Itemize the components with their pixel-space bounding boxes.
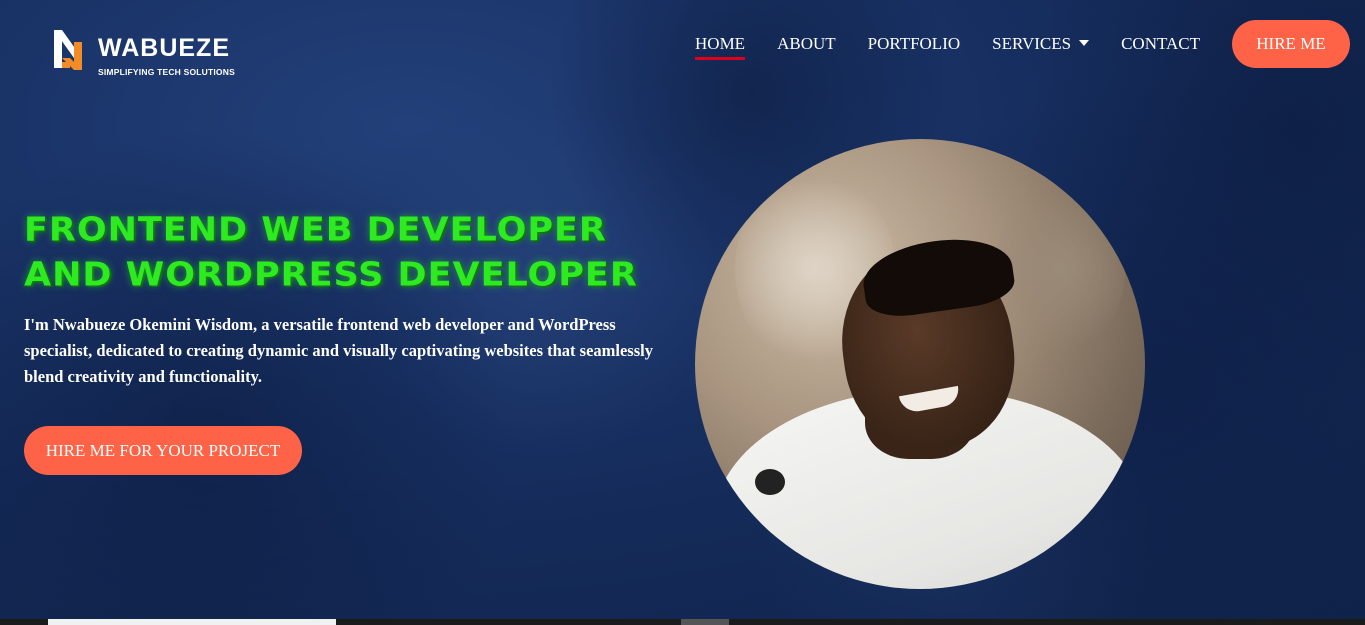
- site-logo[interactable]: WABUEZE SIMPLIFYING TECH SOLUTIONS: [52, 28, 235, 77]
- chevron-down-icon: [1079, 40, 1090, 46]
- hero-title-line-2: AND WORDPRESS DEVELOPER: [24, 255, 638, 294]
- logo-tagline: SIMPLIFYING TECH SOLUTIONS: [98, 67, 235, 77]
- profile-photo: [695, 139, 1145, 589]
- nav-home[interactable]: HOME: [695, 34, 746, 60]
- hero-title-line-1: FRONTEND WEB DEVELOPER: [24, 211, 607, 250]
- nav-services[interactable]: SERVICES: [992, 34, 1090, 54]
- nav-services-label: SERVICES: [992, 34, 1072, 53]
- hire-me-button[interactable]: HIRE ME: [1232, 20, 1350, 68]
- hero-title: FRONTEND WEB DEVELOPER AND WORDPRESS DEV…: [24, 208, 684, 297]
- next-section-element: [681, 619, 729, 625]
- next-section-card: [48, 619, 336, 625]
- hire-me-project-button[interactable]: HIRE ME FOR YOUR PROJECT: [24, 426, 302, 475]
- hero-description: I'm Nwabueze Okemini Wisdom, a versatile…: [24, 315, 653, 386]
- nav-contact[interactable]: CONTACT: [1121, 34, 1200, 54]
- main-nav: HOME ABOUT PORTFOLIO SERVICES CONTACT HI…: [695, 20, 1350, 68]
- logo-name: WABUEZE: [98, 34, 230, 62]
- nav-portfolio[interactable]: PORTFOLIO: [868, 34, 961, 54]
- nav-about[interactable]: ABOUT: [777, 34, 836, 54]
- logo-n-icon: [52, 28, 92, 72]
